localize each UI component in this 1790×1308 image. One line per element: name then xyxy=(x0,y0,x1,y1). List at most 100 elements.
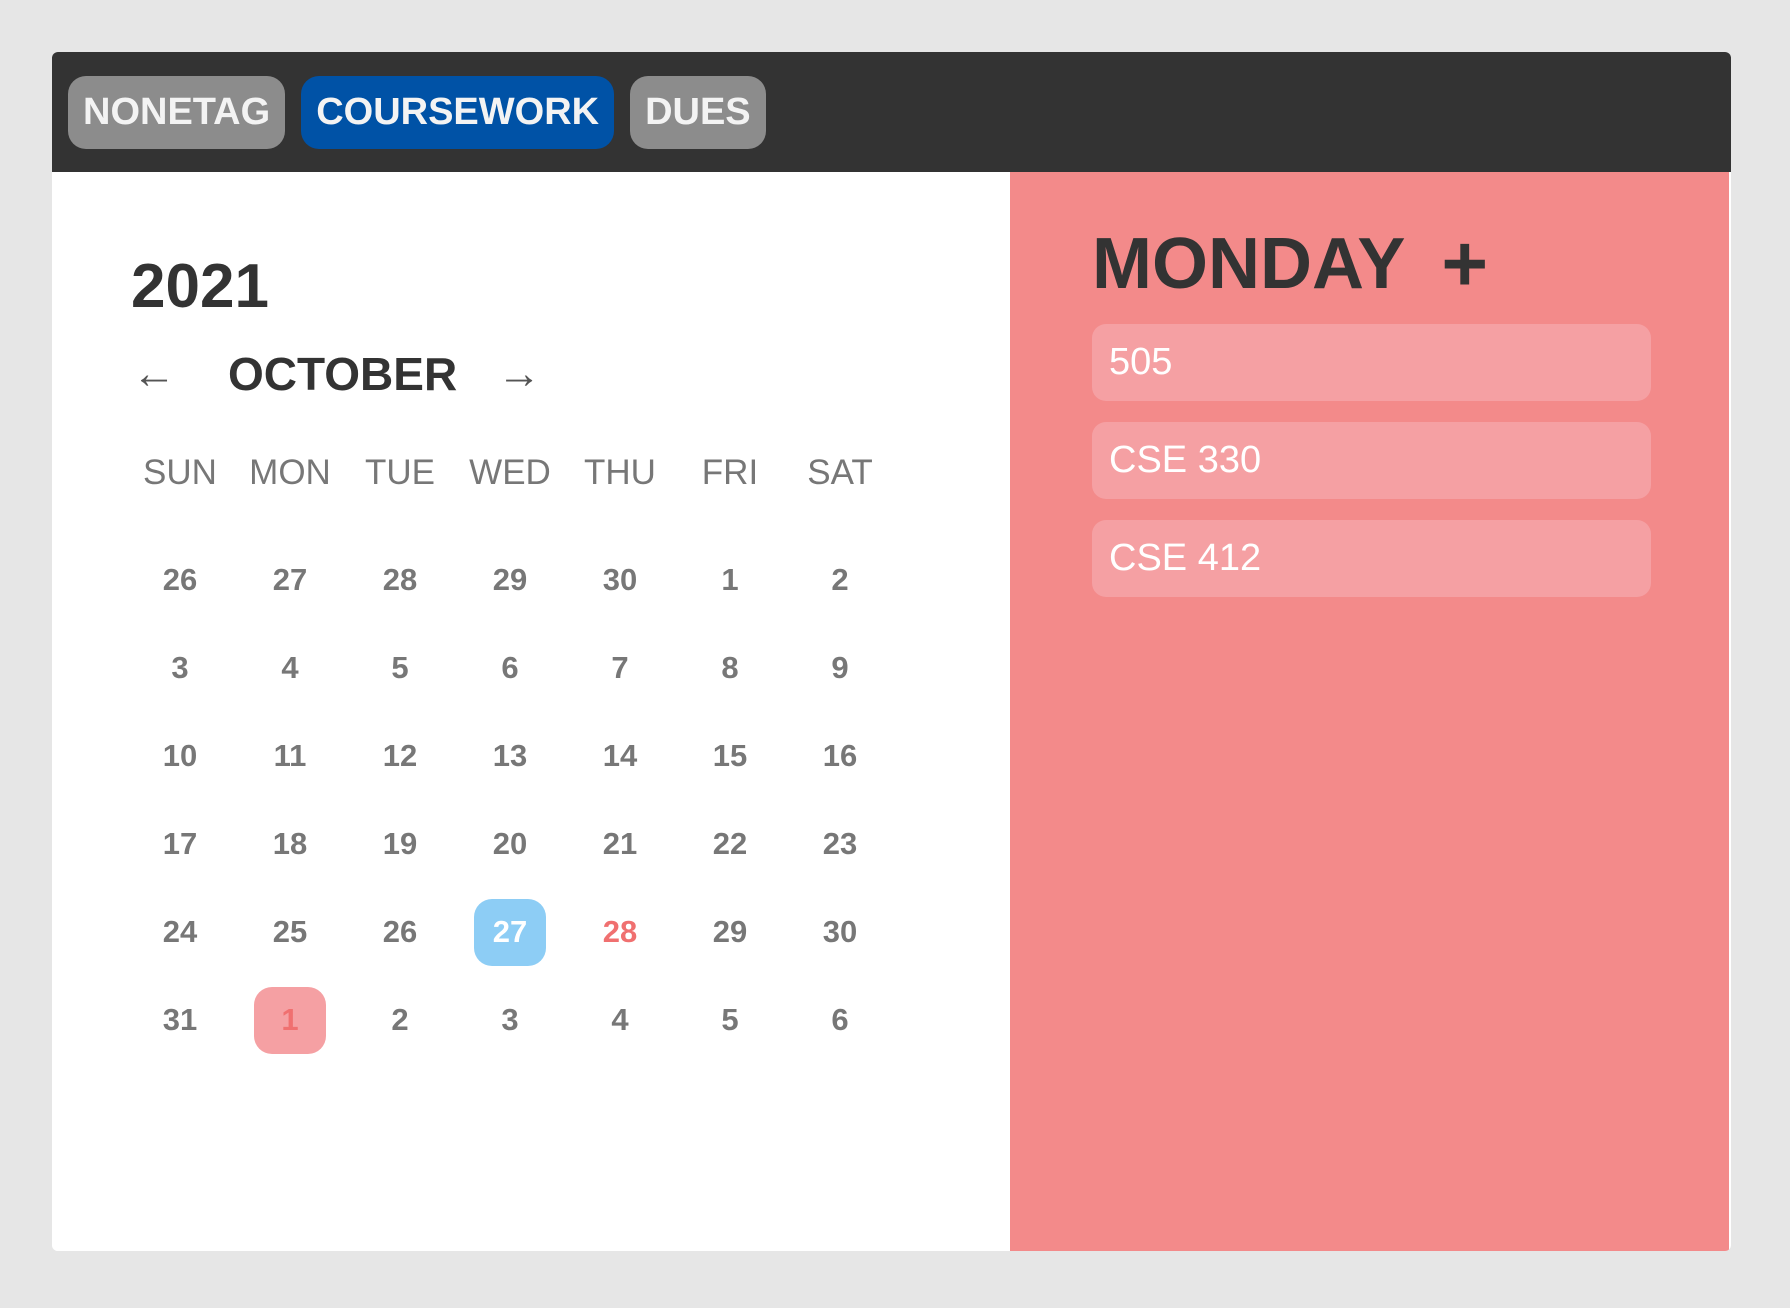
day-cell[interactable]: 11 xyxy=(235,712,345,800)
day-cell[interactable]: 19 xyxy=(345,800,455,888)
day-number[interactable]: 13 xyxy=(474,723,546,790)
day-number[interactable]: 24 xyxy=(144,899,216,966)
day-number[interactable]: 4 xyxy=(254,635,326,702)
day-number[interactable]: 30 xyxy=(584,547,656,614)
day-cell[interactable]: 25 xyxy=(235,888,345,976)
day-cell[interactable]: 21 xyxy=(565,800,675,888)
day-cell[interactable]: 26 xyxy=(125,536,235,624)
day-cell[interactable]: 4 xyxy=(565,976,675,1064)
day-number[interactable]: 16 xyxy=(804,723,876,790)
week-row: 10 11 12 13 14 15 16 xyxy=(163,712,950,800)
day-number[interactable]: 18 xyxy=(254,811,326,878)
prev-month-arrow-icon[interactable]: ← xyxy=(132,352,176,396)
day-number[interactable]: 7 xyxy=(584,635,656,702)
day-cell[interactable]: 29 xyxy=(455,536,565,624)
day-number[interactable]: 6 xyxy=(474,635,546,702)
day-number[interactable]: 26 xyxy=(144,547,216,614)
day-cell[interactable]: 9 xyxy=(785,624,895,712)
day-cell[interactable]: 27 xyxy=(235,536,345,624)
day-cell[interactable]: 2 xyxy=(345,976,455,1064)
day-cell[interactable]: 23 xyxy=(785,800,895,888)
day-number[interactable]: 10 xyxy=(144,723,216,790)
day-number[interactable]: 9 xyxy=(804,635,876,702)
day-number[interactable]: 11 xyxy=(254,723,326,790)
day-number[interactable]: 21 xyxy=(584,811,656,878)
day-cell-event[interactable]: 28 xyxy=(565,888,675,976)
day-cell[interactable]: 29 xyxy=(675,888,785,976)
day-number[interactable]: 12 xyxy=(364,723,436,790)
day-number[interactable]: 4 xyxy=(584,987,656,1054)
day-number[interactable]: 29 xyxy=(694,899,766,966)
day-number[interactable]: 8 xyxy=(694,635,766,702)
day-cell[interactable]: 5 xyxy=(345,624,455,712)
day-cell[interactable]: 2 xyxy=(785,536,895,624)
day-number[interactable]: 14 xyxy=(584,723,656,790)
day-cell[interactable]: 8 xyxy=(675,624,785,712)
day-number[interactable]: 2 xyxy=(364,987,436,1054)
month-title: OCTOBER xyxy=(228,348,458,400)
day-cell-selected[interactable]: 1 xyxy=(235,976,345,1064)
day-number[interactable]: 19 xyxy=(364,811,436,878)
day-cell[interactable]: 22 xyxy=(675,800,785,888)
day-cell[interactable]: 6 xyxy=(785,976,895,1064)
day-cell[interactable]: 3 xyxy=(125,624,235,712)
day-number[interactable]: 3 xyxy=(474,987,546,1054)
next-month-arrow-icon[interactable]: → xyxy=(497,352,541,396)
event-day-number[interactable]: 28 xyxy=(584,899,656,966)
day-cell[interactable]: 26 xyxy=(345,888,455,976)
day-cell[interactable]: 28 xyxy=(345,536,455,624)
day-cell[interactable]: 30 xyxy=(785,888,895,976)
year-title: 2021 xyxy=(131,252,269,321)
day-number[interactable]: 27 xyxy=(254,547,326,614)
day-cell[interactable]: 16 xyxy=(785,712,895,800)
day-number[interactable]: 23 xyxy=(804,811,876,878)
weekday-header: MON xyxy=(249,453,331,492)
day-cell[interactable]: 24 xyxy=(125,888,235,976)
day-number[interactable]: 3 xyxy=(144,635,216,702)
day-number[interactable]: 25 xyxy=(254,899,326,966)
day-number[interactable]: 29 xyxy=(474,547,546,614)
day-number[interactable]: 5 xyxy=(364,635,436,702)
tag-dues[interactable]: DUES xyxy=(630,75,766,149)
tag-coursework[interactable]: COURSEWORK xyxy=(301,75,615,149)
day-number[interactable]: 30 xyxy=(804,899,876,966)
day-cell[interactable]: 18 xyxy=(235,800,345,888)
day-number[interactable]: 20 xyxy=(474,811,546,878)
day-number[interactable]: 22 xyxy=(694,811,766,878)
tag-nonetag[interactable]: NONETAG xyxy=(68,75,286,149)
day-number[interactable]: 28 xyxy=(364,547,436,614)
day-cell[interactable]: 7 xyxy=(565,624,675,712)
day-cell[interactable]: 13 xyxy=(455,712,565,800)
day-cell[interactable]: 6 xyxy=(455,624,565,712)
day-cell[interactable]: 20 xyxy=(455,800,565,888)
day-cell[interactable]: 17 xyxy=(125,800,235,888)
day-number[interactable]: 26 xyxy=(364,899,436,966)
day-cell[interactable]: 31 xyxy=(125,976,235,1064)
day-number[interactable]: 5 xyxy=(694,987,766,1054)
event-item[interactable]: 505 xyxy=(1092,324,1651,401)
tag-bar: NONETAG COURSEWORK DUES xyxy=(52,52,1731,172)
day-cell[interactable]: 5 xyxy=(675,976,785,1064)
day-number[interactable]: 6 xyxy=(804,987,876,1054)
day-cell-today[interactable]: 27 xyxy=(455,888,565,976)
day-cell[interactable]: 10 xyxy=(125,712,235,800)
add-event-button[interactable]: + xyxy=(1441,224,1488,304)
event-item[interactable]: CSE 330 xyxy=(1092,422,1651,499)
selected-day-number[interactable]: 1 xyxy=(254,986,326,1054)
event-item[interactable]: CSE 412 xyxy=(1092,520,1651,597)
day-cell[interactable]: 3 xyxy=(455,976,565,1064)
day-cell[interactable]: 1 xyxy=(675,536,785,624)
panel-header: MONDAY + xyxy=(1092,224,1488,304)
day-cell[interactable]: 30 xyxy=(565,536,675,624)
day-cell[interactable]: 4 xyxy=(235,624,345,712)
day-number[interactable]: 2 xyxy=(804,547,876,614)
day-cell[interactable]: 12 xyxy=(345,712,455,800)
day-number[interactable]: 17 xyxy=(144,811,216,878)
day-cell[interactable]: 14 xyxy=(565,712,675,800)
day-cell[interactable]: 15 xyxy=(675,712,785,800)
today-day-number[interactable]: 27 xyxy=(474,898,546,966)
day-number[interactable]: 31 xyxy=(144,987,216,1054)
day-number[interactable]: 15 xyxy=(694,723,766,790)
calendar-grid: SUN MON TUE WED THU FRI SAT 26 27 28 29 … xyxy=(143,442,950,1064)
day-number[interactable]: 1 xyxy=(694,547,766,614)
